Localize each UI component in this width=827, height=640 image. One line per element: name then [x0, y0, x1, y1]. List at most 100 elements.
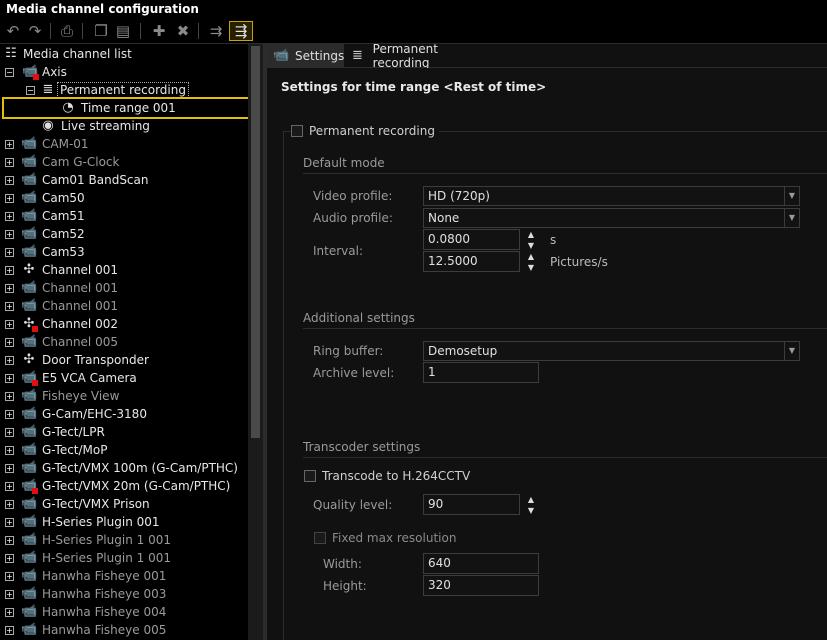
fixed-max-resolution-checkbox-row[interactable]: Fixed max resolution — [314, 531, 461, 545]
sort-icon[interactable]: ⇉ — [205, 21, 227, 41]
tree-item-channel[interactable]: + 📹 G-Tect/MoP — [0, 441, 248, 459]
expand-icon[interactable]: + — [5, 410, 14, 419]
tree-item-channel[interactable]: + 📹 Fisheye View — [0, 387, 248, 405]
expand-icon[interactable]: + — [5, 284, 14, 293]
archive-level-input[interactable]: 1 — [423, 362, 539, 383]
tree-item-channel[interactable]: + 📹 H-Series Plugin 001 — [0, 513, 248, 531]
tree-item-channel[interactable]: + 📹 Cam51 — [0, 207, 248, 225]
expand-icon[interactable]: + — [5, 302, 14, 311]
tree-item-channel[interactable]: + 📹 Channel 001 — [0, 297, 248, 315]
tree-item-axis[interactable]: − 📹 Axis — [0, 63, 248, 81]
expand-icon[interactable]: + — [5, 248, 14, 257]
tree-item-channel[interactable]: + 📹 Cam53 — [0, 243, 248, 261]
interval-seconds-stepper[interactable]: ▲ ▼ — [524, 229, 538, 251]
expand-icon[interactable]: + — [5, 176, 14, 185]
transcode-checkbox-row[interactable]: Transcode to H.264CCTV — [304, 469, 475, 483]
tree-item-channel[interactable]: + 📹 Channel 001 — [0, 279, 248, 297]
arrow-up-icon[interactable]: ▲ — [524, 229, 538, 240]
expand-icon[interactable]: + — [5, 392, 14, 401]
tree-item-channel[interactable]: + 📹 Cam G-Clock — [0, 153, 248, 171]
tree-scrollbar[interactable] — [248, 44, 263, 640]
expand-icon[interactable]: + — [5, 482, 14, 491]
tree-item-channel[interactable]: + 📹 G-Tect/LPR — [0, 423, 248, 441]
expand-icon[interactable]: + — [5, 212, 14, 221]
chevron-down-icon[interactable]: ▼ — [784, 342, 799, 360]
tree-item-channel[interactable]: + ✣ Channel 002 — [0, 315, 248, 333]
tree-item-channel[interactable]: + ✣ Door Transponder — [0, 351, 248, 369]
undo-icon[interactable]: ↶ — [2, 21, 24, 41]
interval-pictures-stepper[interactable]: ▲ ▼ — [524, 251, 538, 273]
scrollbar-thumb[interactable] — [251, 46, 260, 438]
tree-item-channel[interactable]: + 📹 Channel 005 — [0, 333, 248, 351]
quality-level-input[interactable]: 90 — [423, 494, 520, 515]
tree-item-channel[interactable]: + 📹 H-Series Plugin 1 001 — [0, 531, 248, 549]
tree-item-channel[interactable]: + 📹 Cam01 BandScan — [0, 171, 248, 189]
tree-item-live-streaming[interactable]: ◉ Live streaming — [0, 117, 248, 135]
tree-item-channel[interactable]: + 📹 G-Tect/VMX 20m (G-Cam/PTHC) — [0, 477, 248, 495]
expand-icon[interactable]: + — [5, 356, 14, 365]
expand-icon[interactable]: + — [5, 428, 14, 437]
tab-settings[interactable]: 📹 Settings — [267, 44, 344, 67]
tree-item-channel[interactable]: + 📹 Cam50 — [0, 189, 248, 207]
expand-icon[interactable]: + — [5, 338, 14, 347]
expand-icon[interactable]: + — [5, 626, 14, 635]
redo-icon[interactable]: ↷ — [24, 21, 46, 41]
delete-icon[interactable]: ✖ — [172, 21, 194, 41]
expand-icon[interactable]: + — [5, 266, 14, 275]
arrow-up-icon[interactable]: ▲ — [524, 251, 538, 262]
expand-icon[interactable]: + — [5, 194, 14, 203]
interval-seconds-input[interactable]: 0.0800 — [423, 229, 520, 250]
permanent-recording-checkbox[interactable] — [291, 125, 303, 137]
quality-level-stepper[interactable]: ▲ ▼ — [524, 494, 538, 516]
expand-icon[interactable]: + — [5, 464, 14, 473]
tree-item-channel[interactable]: + 📹 G-Tect/VMX 100m (G-Cam/PTHC) — [0, 459, 248, 477]
collapse-icon[interactable]: − — [26, 86, 35, 95]
fixed-max-resolution-checkbox[interactable] — [314, 532, 326, 544]
expand-icon[interactable]: + — [5, 536, 14, 545]
sort-active-icon[interactable]: ⇶ — [229, 21, 253, 41]
expand-icon[interactable]: + — [5, 590, 14, 599]
arrow-down-icon[interactable]: ▼ — [524, 505, 538, 516]
tree-item-channel[interactable]: + 📹 E5 VCA Camera — [0, 369, 248, 387]
video-profile-select[interactable]: HD (720p) ▼ — [423, 186, 800, 206]
expand-icon[interactable]: + — [5, 230, 14, 239]
expand-icon[interactable]: + — [5, 572, 14, 581]
tree-item-channel[interactable]: + 📹 G-Cam/EHC-3180 — [0, 405, 248, 423]
tree-item-channel[interactable]: + 📹 Hanwha Fisheye 004 — [0, 603, 248, 621]
permanent-recording-checkbox-row[interactable]: Permanent recording — [291, 124, 439, 138]
media-channel-tree[interactable]: ☷ Media channel list − 📹 Axis − ≣ Perman… — [0, 44, 263, 640]
tree-item-channel[interactable]: + 📹 Cam52 — [0, 225, 248, 243]
expand-icon[interactable]: + — [5, 446, 14, 455]
tree-item-channel[interactable]: + 📹 CAM-01 — [0, 135, 248, 153]
tree-item-channel[interactable]: + 📹 Hanwha Fisheye 005 — [0, 621, 248, 639]
paste-icon[interactable]: ▤ — [112, 21, 134, 41]
chevron-down-icon[interactable]: ▼ — [784, 187, 799, 205]
audio-profile-select[interactable]: None ▼ — [423, 208, 800, 228]
copy-icon[interactable]: ❐ — [90, 21, 112, 41]
arrow-up-icon[interactable]: ▲ — [524, 494, 538, 505]
tree-item-channel[interactable]: + 📹 Hanwha Fisheye 003 — [0, 585, 248, 603]
expand-icon[interactable]: + — [5, 518, 14, 527]
interval-pictures-input[interactable]: 12.5000 — [423, 251, 520, 272]
arrow-down-icon[interactable]: ▼ — [524, 240, 538, 251]
height-input[interactable]: 320 — [423, 575, 539, 596]
transcode-checkbox[interactable] — [304, 470, 316, 482]
tree-root[interactable]: ☷ Media channel list — [0, 45, 248, 63]
tree-item-channel[interactable]: + 📹 H-Series Plugin 1 001 — [0, 549, 248, 567]
expand-icon[interactable]: + — [5, 554, 14, 563]
width-input[interactable]: 640 — [423, 553, 539, 574]
expand-icon[interactable]: + — [5, 500, 14, 509]
tree-item-channel[interactable]: + 📹 G-Tect/VMX Prison — [0, 495, 248, 513]
expand-icon[interactable]: + — [5, 320, 14, 329]
expand-icon[interactable]: + — [5, 374, 14, 383]
expand-icon[interactable]: + — [5, 158, 14, 167]
ring-buffer-select[interactable]: Demosetup ▼ — [423, 341, 800, 361]
chevron-down-icon[interactable]: ▼ — [784, 209, 799, 227]
expand-icon[interactable]: + — [5, 608, 14, 617]
tree-item-channel[interactable]: + ✣ Channel 001 — [0, 261, 248, 279]
arrow-down-icon[interactable]: ▼ — [524, 262, 538, 273]
expand-icon[interactable]: + — [5, 140, 14, 149]
print-icon[interactable]: ⎙ — [56, 21, 78, 41]
new-item-icon[interactable]: ✚ — [148, 21, 170, 41]
tab-permanent-recording[interactable]: ≣ Permanent recording — [346, 42, 496, 70]
